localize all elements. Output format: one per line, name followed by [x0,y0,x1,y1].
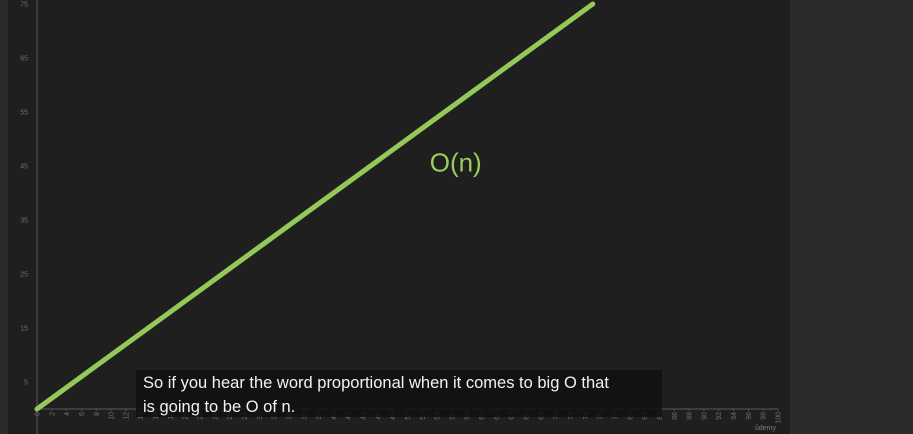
x-tick-label: 6 [79,412,86,416]
x-tick-label: 4 [64,412,71,416]
x-tick-label: 86 [672,412,679,420]
y-tick-label: 45 [20,164,28,171]
x-tick-label: 12 [123,412,130,420]
x-tick-label: 100 [776,412,783,424]
big-o-chart: 756555453525155 024681012141618202224262… [20,0,783,434]
subtitle-caption: So if you hear the word proportional whe… [136,370,662,417]
udemy-watermark: ûdemy [755,425,777,432]
y-tick-label: 35 [20,218,28,225]
chart-series [34,1,596,412]
x-tick-label: 98 [761,412,768,420]
caption-line-2: is going to be O of n. [143,398,296,416]
x-tick-label: 2 [49,412,56,416]
x-tick-label: 96 [746,412,753,420]
x-tick-label: 10 [109,412,116,420]
x-tick-label: 90 [701,412,708,420]
y-tick-label: 15 [20,326,28,333]
chart-annotations: O(n) [430,147,482,177]
video-frame: 756555453525155 024681012141618202224262… [0,0,913,434]
x-tick-label: 94 [731,412,738,420]
x-tick-label: 8 [94,412,101,416]
y-tick-labels: 75 65 55 45 35 25 15 5 [20,2,28,387]
x-tick-label: 92 [716,412,723,420]
x-tick-label: 88 [687,412,694,420]
chart-axes [36,0,778,434]
y-tick-label: 5 [24,380,28,387]
caption-line-1: So if you hear the word proportional whe… [143,374,609,392]
curve-label: O(n) [430,147,482,177]
x-tick-label: 0 [35,412,42,416]
y-tick-label: 75 [20,2,28,9]
y-tick-label: 25 [20,272,28,279]
y-tick-label: 55 [20,110,28,117]
y-tick-label: 65 [20,56,28,63]
series-line-o-n [34,1,596,412]
